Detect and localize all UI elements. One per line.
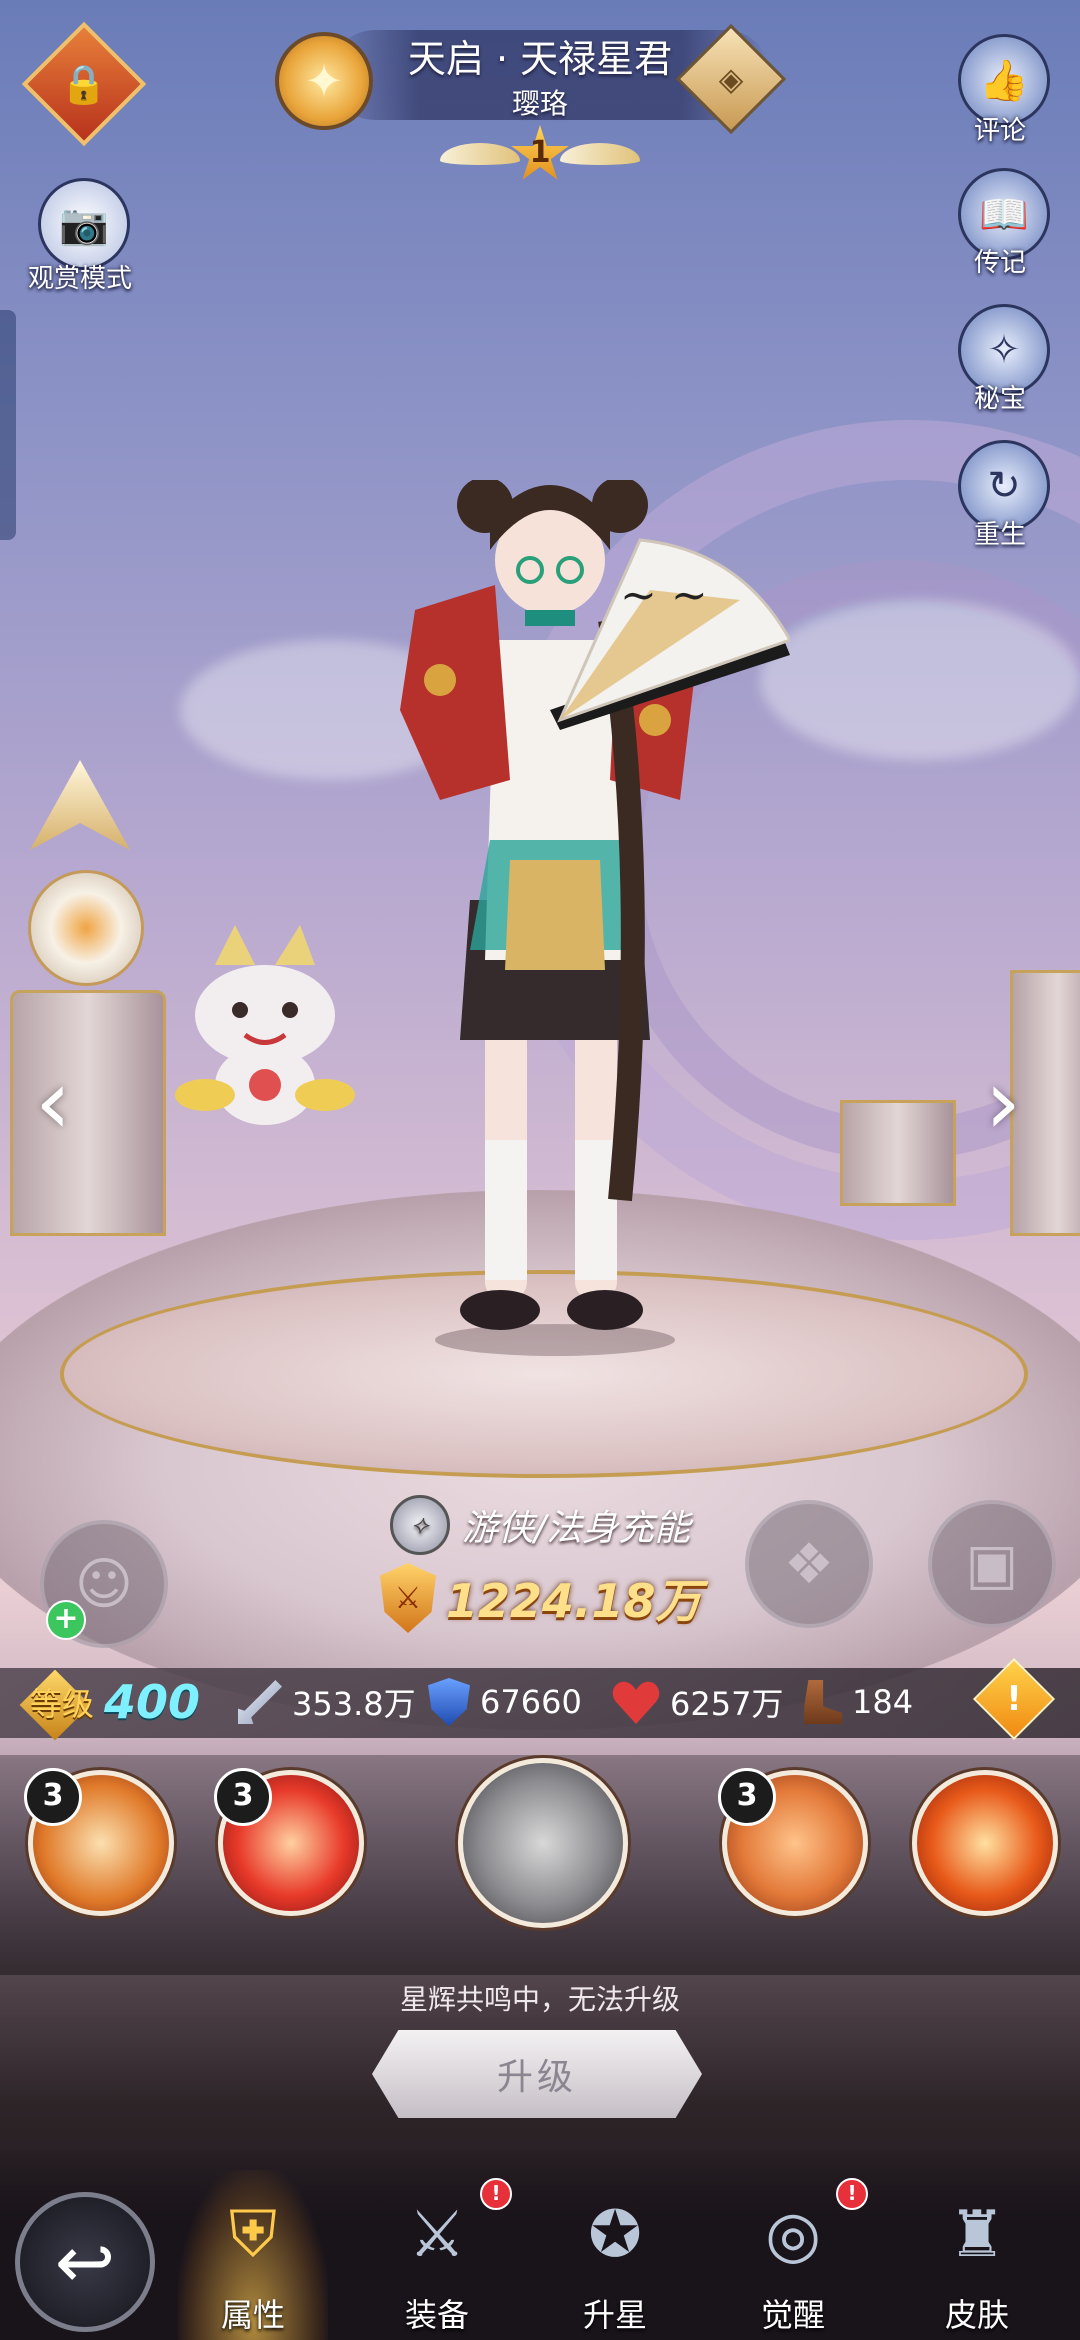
previous-hero-arrow-icon[interactable]: ‹ [35,1050,71,1155]
add-pet-icon[interactable]: + [46,1600,86,1640]
hero-detail-screen: ~ ~ ✦ 天启 · 天禄星君 璎珞 ◈ 1 🔒 📷 观赏模式 👍 评论 📖 传… [0,0,1080,2340]
level-label: 等级 [30,1685,95,1723]
attack-value: 353.8万 [292,1685,416,1723]
spiral-icon: ◎ [765,2198,821,2272]
combat-power-value: 1224.18万 [446,1574,702,1628]
attack-stat: 353.8万 [238,1672,416,1732]
helmet-icon: ⛨ [229,2198,277,2272]
notification-badge: ! [480,2178,512,2210]
stone-pillar [10,990,166,1236]
skill-summon[interactable] [912,1770,1058,1916]
artifact-slot-button[interactable]: ❖ [745,1500,873,1628]
nav-tab-skins[interactable]: ♜ 皮肤 [902,2170,1052,2340]
skill-ultimate-locked[interactable] [458,1758,628,1928]
nav-tab-star-up[interactable]: ✪ 升星 [540,2170,690,2340]
level-stat: 等级 400 [30,1672,200,1732]
cat-face-icon: ☺ [74,1551,134,1617]
combat-power-line: ⚔ 1224.18万 [380,1558,740,1638]
hero-class-label: 游侠/法身充能 [462,1508,691,1549]
heart-icon [612,1680,660,1724]
nav-tab-label: 属性 [220,2296,285,2334]
hero-character-model[interactable]: ~ ~ [320,480,790,1360]
nav-tab-label: 升星 [582,2296,647,2334]
biography-icon: 📖 [979,191,1029,238]
crystal-ornament [30,760,130,850]
class-icon: ⟡ [390,1495,450,1555]
hp-stat: 6257万 [612,1672,783,1732]
warning-icon: ! [1006,1679,1022,1719]
lock-button[interactable]: 🔒 [21,21,147,147]
next-hero-arrow-icon[interactable]: › [985,1050,1021,1155]
treasure-icon: ✧ [987,327,1021,373]
biography-label: 传记 [973,248,1026,278]
nav-tab-label: 装备 [404,2296,469,2334]
hp-value: 6257万 [670,1685,784,1723]
lock-icon: 🔒 [60,62,108,106]
armor-icon: ♜ [948,2198,1006,2272]
hero-class-line: ⟡ 游侠/法身充能 [390,1495,730,1555]
view-mode-label: 观赏模式 [27,264,132,294]
defense-value: 67660 [480,1683,582,1721]
artifact-icon: ❖ [783,1531,835,1597]
skill-level-badge: 3 [24,1768,82,1826]
left-wing-icon [440,143,520,165]
star-rank-number: 1 [529,135,551,170]
defense-stat: 67660 [428,1672,582,1732]
nav-tab-label: 皮肤 [944,2296,1009,2334]
nav-tab-label: 觉醒 [760,2296,825,2334]
back-arrow-icon: ↩ [54,2220,116,2304]
treasure-label: 秘宝 [973,384,1026,414]
boot-icon [804,1680,842,1724]
back-button[interactable]: ↩ [15,2192,155,2332]
cloud [760,600,1080,760]
svg-text:~ ~: ~ ~ [620,570,708,621]
camera-icon: 📷 [59,201,109,248]
view-mode-button[interactable]: 📷 [38,178,130,270]
notification-badge: ! [836,2178,868,2210]
comment-label: 评论 [973,116,1026,146]
star-shield-icon: ✪ [588,2198,642,2272]
swords-icon: ⚔ [408,2198,466,2272]
speed-stat: 184 [800,1672,913,1732]
rune-slot-button[interactable]: ▣ [928,1500,1056,1628]
sword-icon [238,1680,282,1724]
companion-pet[interactable] [165,925,365,1145]
combat-power-icon: ⚔ [380,1563,436,1633]
rebirth-icon: ↻ [987,463,1021,509]
upgrade-button[interactable]: 升级 [372,2030,702,2118]
skill-level-badge: 3 [718,1768,776,1826]
stone-pillar [840,1100,956,1206]
nav-tab-attributes[interactable]: ⛨ 属性 [178,2170,328,2340]
shield-icon [428,1678,470,1726]
upgrade-notice: 星辉共鸣中，无法升级 [399,1983,680,2016]
nav-tab-equipment[interactable]: ⚔ 装备 ! [362,2170,512,2340]
nav-tab-awaken[interactable]: ◎ 觉醒 ! [718,2170,868,2340]
golden-orb [28,870,144,986]
right-wing-icon [560,143,640,165]
skill-level-badge: 3 [214,1768,272,1826]
rebirth-label: 重生 [973,520,1026,550]
speed-value: 184 [852,1683,914,1721]
side-drawer-handle[interactable] [0,310,16,540]
comment-icon: 👍 [979,57,1029,104]
star-rank-badge: 1 [440,125,640,185]
level-value: 400 [104,1675,201,1729]
rune-icon: ▣ [965,1531,1019,1597]
